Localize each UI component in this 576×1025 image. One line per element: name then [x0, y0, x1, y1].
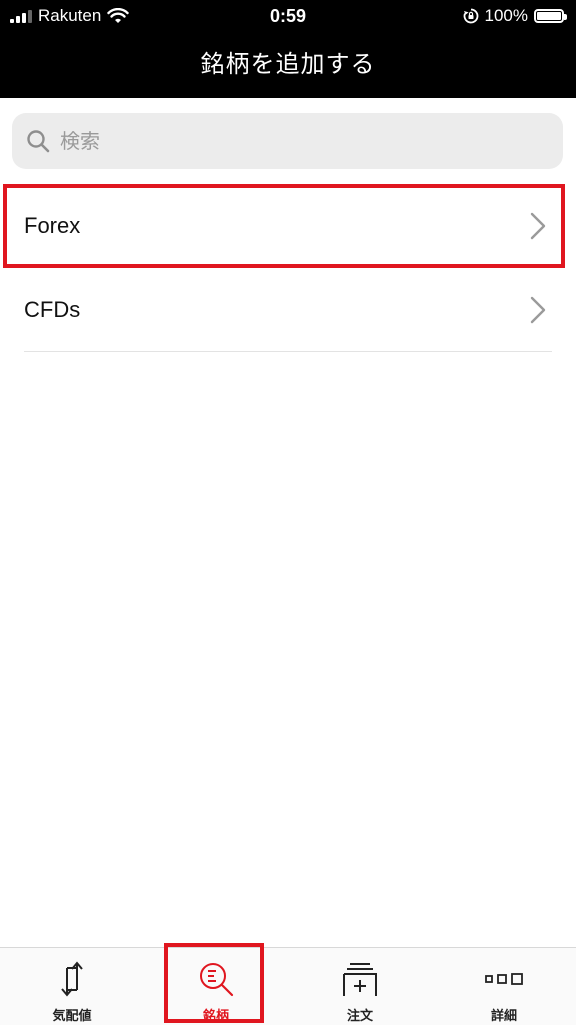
list-item-forex[interactable]: Forex	[0, 184, 576, 268]
status-bar: Rakuten 0:59 100%	[0, 0, 576, 32]
more-squares-icon	[485, 973, 523, 985]
top-bar: Rakuten 0:59 100% 銘柄を追加する	[0, 0, 576, 98]
search-icon	[27, 130, 50, 153]
rotation-lock-icon	[463, 8, 478, 24]
list-item-cfds[interactable]: CFDs	[0, 268, 576, 352]
search-bar[interactable]	[12, 113, 563, 169]
tab-details[interactable]: 詳細	[432, 948, 576, 1025]
order-add-icon	[343, 963, 377, 996]
tab-quotes[interactable]: 気配値	[0, 948, 144, 1025]
tab-label: 詳細	[490, 1009, 517, 1024]
search-input[interactable]	[58, 128, 522, 154]
tab-label: 注文	[346, 1009, 373, 1024]
chevron-right-icon	[530, 296, 546, 324]
list-item-label: CFDs	[24, 297, 81, 322]
battery-percent: 100%	[484, 6, 528, 25]
highlight-box	[3, 184, 565, 268]
status-right: 100%	[463, 6, 567, 26]
tab-highlight-box	[164, 943, 264, 1023]
battery-icon	[534, 9, 567, 23]
page-title: 銘柄を追加する	[200, 50, 376, 78]
quotes-arrows-icon	[61, 961, 83, 997]
tab-label: 気配値	[52, 1009, 92, 1024]
tab-bar: 気配値 銘柄 注文 詳細	[0, 947, 576, 1025]
list-item-label: Forex	[24, 213, 81, 238]
tab-order[interactable]: 注文	[288, 948, 432, 1025]
list-divider	[24, 351, 552, 352]
chevron-right-icon	[530, 212, 546, 240]
